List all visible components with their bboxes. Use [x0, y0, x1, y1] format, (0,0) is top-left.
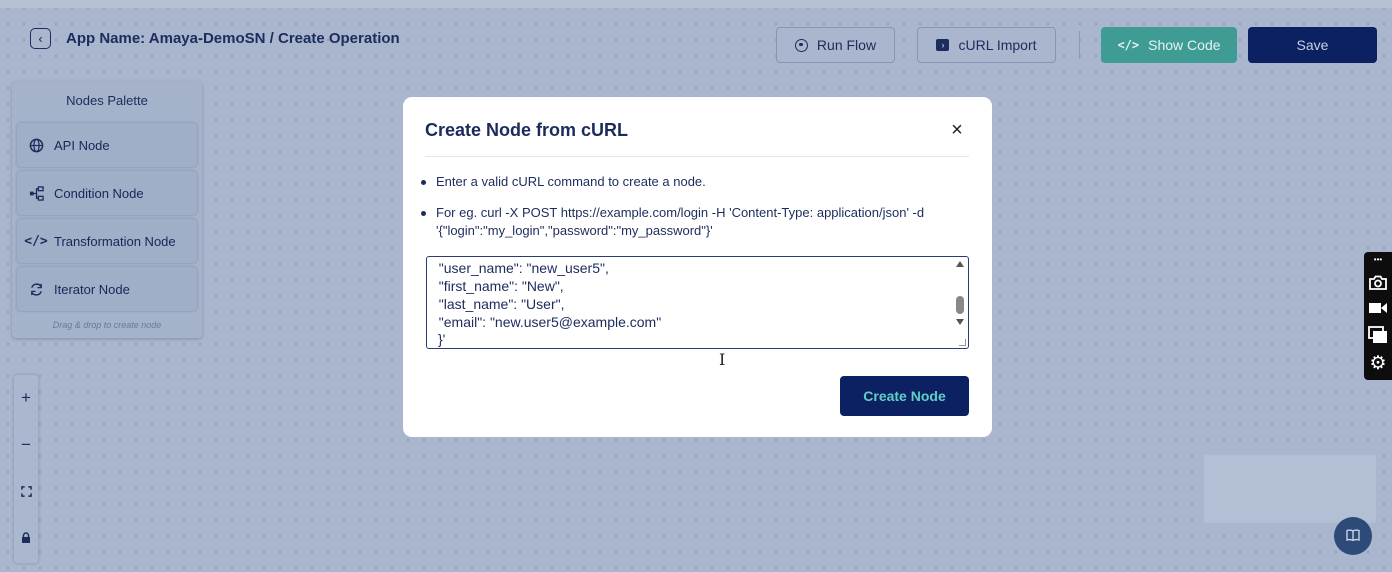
text-cursor-icon: I — [719, 350, 726, 369]
zoom-in-button[interactable]: + — [14, 384, 38, 412]
palette-item-api-node[interactable]: API Node — [17, 123, 197, 167]
nodes-palette: Nodes Palette API Node Condition Node </… — [12, 82, 202, 338]
minus-icon: − — [21, 435, 31, 454]
help-button[interactable] — [1334, 517, 1372, 555]
minimap-panel — [1204, 455, 1376, 523]
modal-divider — [425, 156, 969, 157]
curl-textarea[interactable]: "user_name": "new_user5", "first_name": … — [426, 256, 969, 349]
globe-icon — [28, 137, 44, 153]
palette-item-condition-node[interactable]: Condition Node — [17, 171, 197, 215]
save-label: Save — [1296, 37, 1329, 53]
page-title: App Name: Amaya-DemoSN / Create Operatio… — [66, 30, 400, 47]
fit-view-icon — [20, 482, 32, 502]
fit-view-button[interactable] — [14, 478, 38, 506]
run-flow-button[interactable]: Run Flow — [776, 27, 895, 63]
more-icon[interactable]: ••• — [1364, 253, 1392, 266]
scroll-up-arrow[interactable] — [956, 261, 964, 267]
instruction-example: For eg. curl -X POST https://example.com… — [421, 204, 966, 240]
windows-icon[interactable] — [1364, 322, 1392, 348]
palette-item-label: API Node — [54, 137, 110, 153]
zoom-controls: + − — [14, 375, 38, 563]
back-button[interactable]: ‹ — [30, 28, 51, 49]
gear-icon[interactable]: ⚙ — [1364, 350, 1392, 376]
loop-icon — [28, 281, 44, 297]
code-icon: </> — [1117, 38, 1140, 52]
palette-item-label: Iterator Node — [54, 281, 130, 297]
palette-item-iterator-node[interactable]: Iterator Node — [17, 267, 197, 311]
palette-hint: Drag & drop to create node — [52, 320, 162, 330]
play-circle-icon — [794, 38, 808, 52]
plus-icon: + — [21, 388, 31, 407]
branch-icon — [28, 185, 44, 201]
textarea-line: "first_name": "New", — [431, 278, 564, 294]
video-icon[interactable] — [1364, 296, 1392, 320]
recorder-toolbar: ••• ⚙ — [1364, 252, 1392, 380]
instruction-item: Enter a valid cURL command to create a n… — [421, 173, 966, 191]
code-icon: </> — [24, 233, 48, 249]
palette-title: Nodes Palette — [66, 93, 148, 108]
run-flow-label: Run Flow — [816, 37, 877, 53]
palette-item-label: Transformation Node — [54, 233, 176, 249]
close-icon[interactable]: × — [947, 120, 967, 140]
palette-item-transformation-node[interactable]: </> Transformation Node — [17, 219, 197, 263]
camera-icon[interactable] — [1364, 270, 1392, 294]
header-divider — [1079, 31, 1080, 59]
scroll-down-arrow[interactable] — [956, 319, 964, 325]
curl-import-button[interactable]: › cURL Import — [917, 27, 1056, 63]
create-node-button[interactable]: Create Node — [840, 376, 969, 416]
book-icon — [1346, 528, 1360, 544]
save-button[interactable]: Save — [1248, 27, 1377, 63]
terminal-icon: › — [936, 39, 950, 51]
palette-item-label: Condition Node — [54, 185, 144, 201]
create-node-modal: Create Node from cURL × Enter a valid cU… — [403, 97, 992, 437]
textarea-line: "email": "new.user5@example.com" — [431, 314, 662, 330]
resize-handle[interactable] — [959, 339, 966, 346]
show-code-label: Show Code — [1148, 37, 1221, 53]
scrollbar-thumb[interactable] — [956, 296, 964, 314]
textarea-line: }' — [438, 331, 446, 347]
modal-title: Create Node from cURL — [425, 120, 629, 140]
textarea-line: "user_name": "new_user5", — [431, 260, 609, 276]
show-code-button[interactable]: </> Show Code — [1101, 27, 1237, 63]
lock-icon — [21, 529, 31, 549]
zoom-out-button[interactable]: − — [14, 431, 38, 459]
curl-import-label: cURL Import — [958, 37, 1037, 53]
textarea-line: "last_name": "User", — [431, 296, 565, 312]
top-strip — [0, 0, 1392, 8]
chevron-left-icon: ‹ — [38, 31, 43, 46]
lock-button[interactable] — [14, 525, 38, 553]
